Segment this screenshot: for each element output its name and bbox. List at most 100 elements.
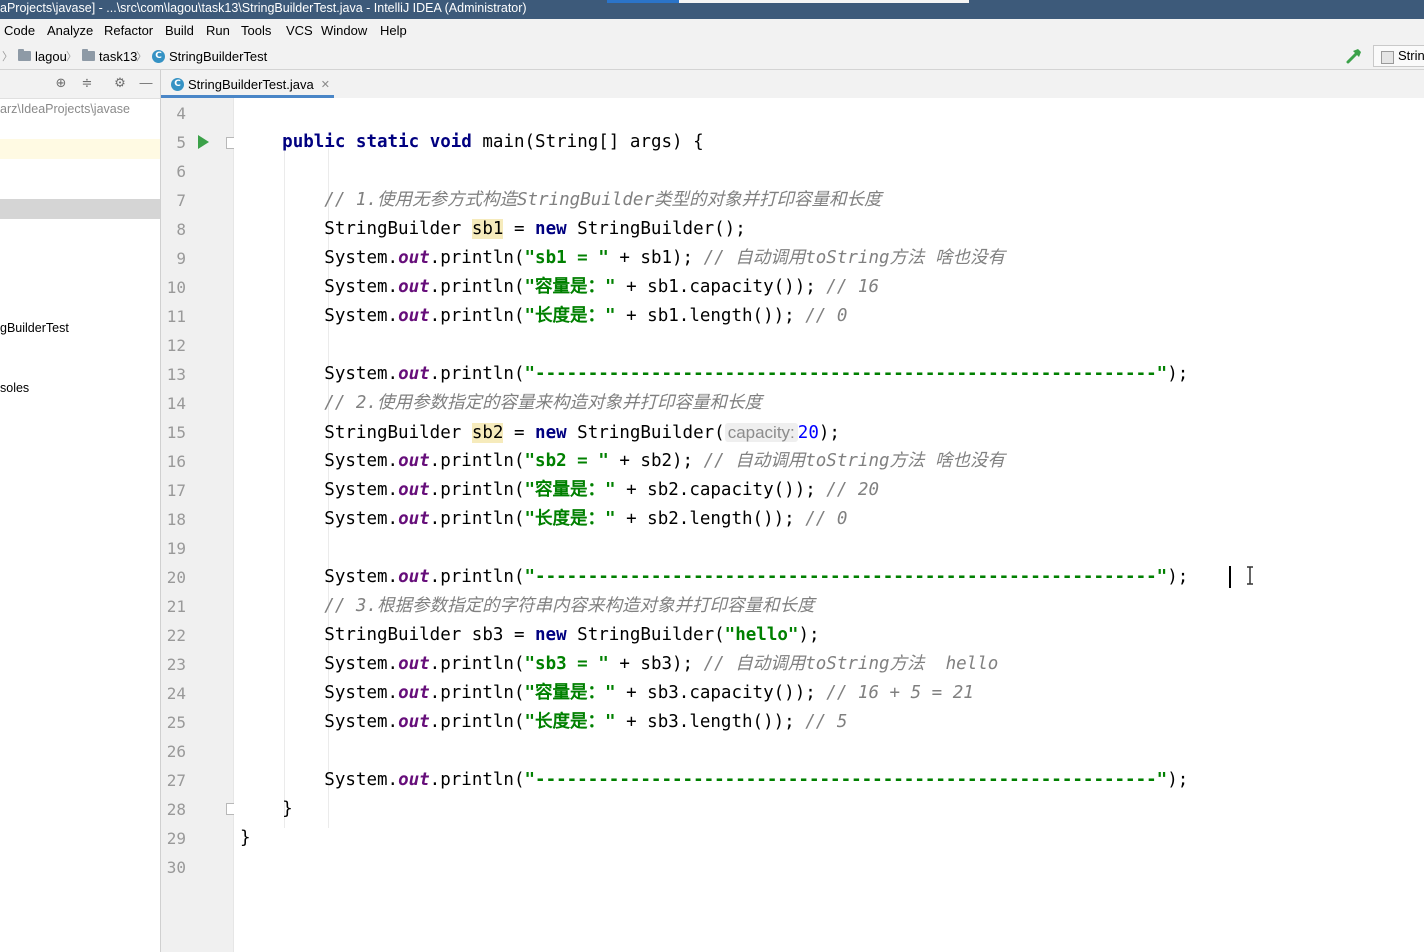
chevron-right-icon: 〉 [136, 51, 147, 63]
field: out [398, 683, 430, 703]
line-number: 19 [166, 539, 186, 558]
menu-window[interactable]: Window [321, 23, 367, 38]
code-text: StringBuilder( [566, 423, 725, 443]
tree-item[interactable]: soles [0, 381, 29, 395]
code-text: main(String[] args) { [471, 132, 704, 152]
tab-stringbuildertest[interactable]: C StringBuilderTest.java ✕ [167, 70, 334, 98]
string-literal: "长度是：" [524, 306, 616, 326]
code-text: .println( [429, 480, 525, 500]
line-number: 4 [176, 104, 186, 123]
text-caret [1229, 566, 1231, 588]
menu-refactor[interactable]: Refactor [104, 23, 153, 38]
line-number: 22 [166, 626, 186, 645]
code-line-9: System.out.println("sb1 = " + sb1); // 自… [240, 244, 1005, 273]
breadcrumb-label: task13 [99, 48, 138, 64]
comment: // 16 [826, 277, 879, 297]
menu-bar: Code Analyze Refactor Build Run Tools VC… [0, 19, 1424, 43]
code-text: .println( [429, 712, 525, 732]
code-line-18: System.out.println("长度是：" + sb2.length()… [240, 505, 847, 534]
breadcrumb-label: StringBuilderTest [169, 48, 268, 64]
breadcrumb: 〉 lagou 〉 task13 〉 C StringBuilderTest [0, 43, 1424, 70]
code-text: + sb3); [608, 654, 704, 674]
code-text: StringBuilder( [566, 625, 725, 645]
code-text: .println( [429, 248, 525, 268]
breadcrumb-item-task13[interactable]: 〉 task13 [64, 48, 137, 64]
breadcrumb-item-class[interactable]: 〉 C StringBuilderTest [134, 48, 267, 64]
menu-run[interactable]: Run [206, 23, 230, 38]
tree-item[interactable]: gBuilderTest [0, 321, 69, 335]
folder-icon [18, 49, 31, 61]
line-number: 18 [166, 510, 186, 529]
gear-icon[interactable]: ⚙ [112, 75, 128, 91]
collapse-all-icon[interactable]: ≑ [79, 75, 95, 91]
code-text: .println( [429, 364, 525, 384]
field: out [398, 770, 430, 790]
code-text: .println( [429, 683, 525, 703]
code-line-29: } [240, 824, 251, 853]
java-class-icon: C [152, 49, 165, 63]
variable: sb1 [471, 219, 504, 239]
code-text: .println( [429, 509, 525, 529]
comment: // 1.使用无参方式构造StringBuilder类型的对象并打印容量和长度 [324, 190, 882, 210]
menu-tools[interactable]: Tools [241, 23, 271, 38]
code-text: .println( [429, 654, 525, 674]
code-line-8: StringBuilder sb1 = new StringBuilder(); [240, 215, 746, 244]
title-bar: aProjects\javase] - ...\src\com\lagou\ta… [0, 0, 1424, 19]
project-panel: ⊕ ≑ ⚙ — arz\IdeaProjects\javase gBuilder… [0, 70, 161, 952]
tree-row-selected[interactable] [0, 199, 160, 219]
field: out [398, 248, 430, 268]
build-hammer-icon[interactable] [1345, 47, 1363, 65]
minimize-icon[interactable]: — [138, 75, 154, 91]
menu-vcs[interactable]: VCS [286, 23, 313, 38]
code-text: ); [1167, 364, 1189, 384]
editor-gutter: 4 5 6 7 8 9 10 11 12 13 14 15 16 17 18 1… [161, 98, 237, 952]
code-line-14: // 2.使用参数指定的容量来构造对象并打印容量和长度 [240, 389, 762, 418]
line-number: 10 [166, 278, 186, 297]
breadcrumb-item-lagou[interactable]: 〉 lagou [0, 48, 67, 64]
code-text: System. [324, 683, 399, 703]
code-editor[interactable]: public static void main(String[] args) {… [234, 98, 1424, 952]
code-line-5: public static void main(String[] args) { [240, 128, 704, 157]
variable: sb2 [471, 423, 504, 443]
menu-help[interactable]: Help [380, 23, 407, 38]
chevron-right-icon: 〉 [2, 51, 13, 63]
code-text: + sb2.capacity()); [615, 480, 827, 500]
comment: // 20 [826, 480, 879, 500]
tree-row-highlight[interactable] [0, 139, 160, 159]
java-class-icon: C [171, 77, 184, 91]
string-literal: "sb1 = " [524, 248, 609, 268]
locate-icon[interactable]: ⊕ [53, 75, 69, 91]
line-number: 26 [166, 742, 186, 761]
string-literal: "长度是：" [524, 712, 616, 732]
code-text: = [503, 423, 536, 443]
line-number: 14 [166, 394, 186, 413]
line-number: 28 [166, 800, 186, 819]
run-configuration-dropdown[interactable]: Strin [1373, 45, 1424, 67]
line-number: 7 [176, 191, 186, 210]
line-number: 13 [166, 365, 186, 384]
string-literal: "长度是：" [524, 509, 616, 529]
comment: // 16 + 5 = 21 [826, 683, 974, 703]
run-main-icon[interactable] [198, 135, 209, 149]
line-number: 5 [176, 133, 186, 152]
chevron-right-icon: 〉 [66, 51, 77, 63]
code-line-20: System.out.println("--------------------… [240, 563, 1188, 592]
code-text: + sb3.length()); [615, 712, 806, 732]
code-text: } [282, 799, 293, 819]
tab-label: StringBuilderTest.java [188, 76, 314, 92]
line-number: 9 [176, 249, 186, 268]
string-literal: "sb3 = " [524, 654, 609, 674]
line-number: 23 [166, 655, 186, 674]
code-text: StringBuilder(); [566, 219, 746, 239]
menu-code[interactable]: Code [4, 23, 35, 38]
comment: // 2.使用参数指定的容量来构造对象并打印容量和长度 [324, 393, 762, 413]
field: out [398, 567, 430, 587]
code-line-17: System.out.println("容量是：" + sb2.capacity… [240, 476, 879, 505]
menu-analyze[interactable]: Analyze [47, 23, 93, 38]
keyword: new [535, 219, 567, 239]
close-icon[interactable]: ✕ [321, 78, 330, 91]
breadcrumb-label: lagou [35, 48, 67, 64]
menu-build[interactable]: Build [165, 23, 194, 38]
code-text: .println( [429, 451, 525, 471]
code-line-7: // 1.使用无参方式构造StringBuilder类型的对象并打印容量和长度 [240, 186, 881, 215]
